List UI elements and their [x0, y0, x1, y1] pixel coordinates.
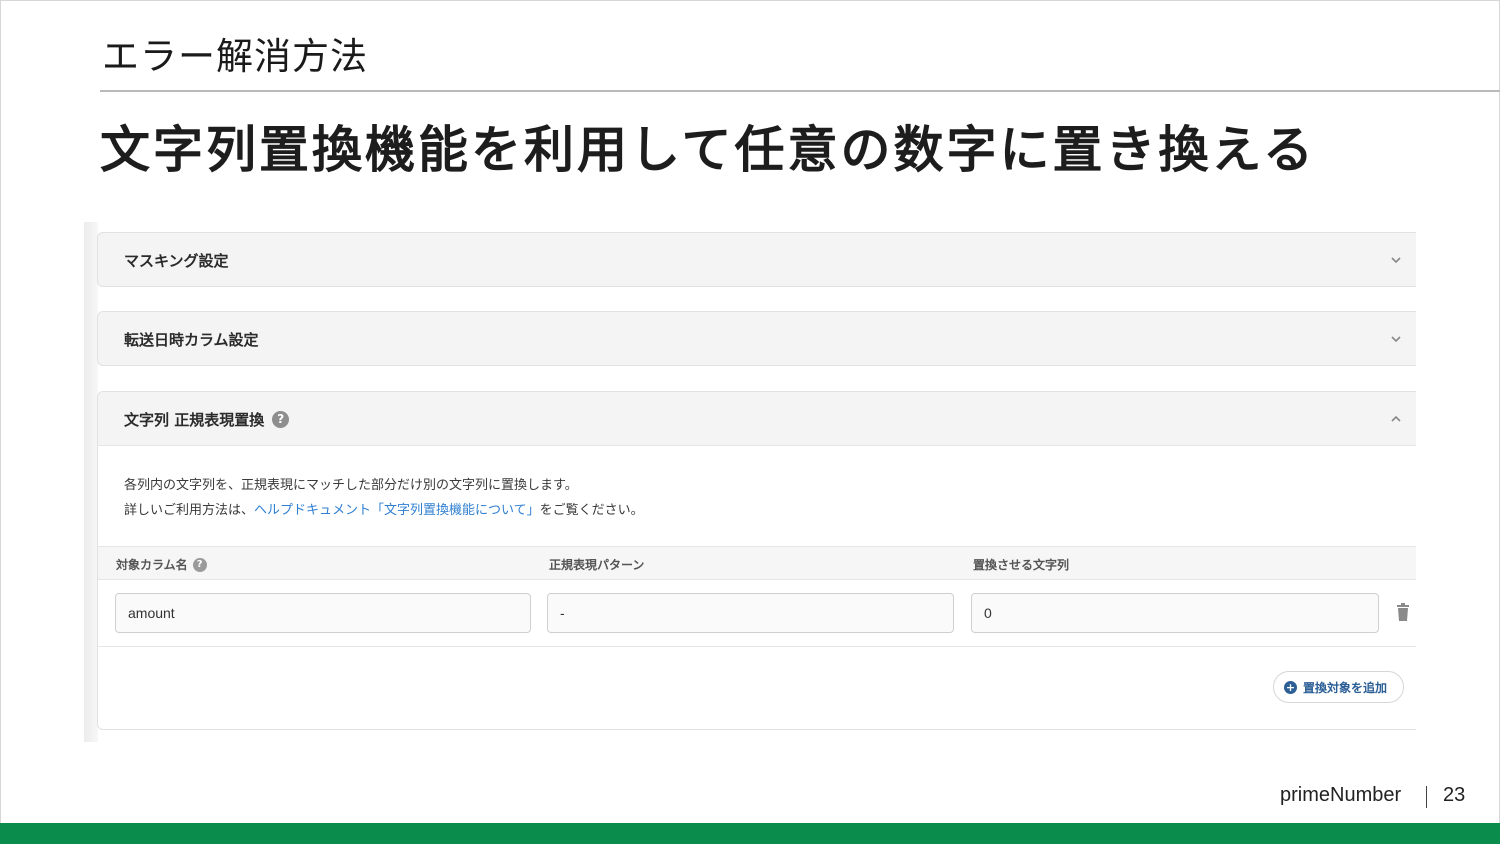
regex-replace-header[interactable]: 文字列 正規表現置換? — [98, 392, 1416, 446]
row-divider — [98, 646, 1416, 647]
section-title: エラー解消方法 — [102, 35, 368, 78]
settings-screenshot: マスキング設定 転送日時カラム設定 文字列 正規表現置換? 各列内の文字列を、正… — [84, 222, 1416, 742]
regex-pattern-input[interactable]: - — [547, 593, 954, 633]
masking-settings-panel: マスキング設定 — [97, 232, 1416, 287]
regex-replace-title: 文字列 正規表現置換? — [124, 409, 290, 430]
screenshot-shadow — [84, 222, 98, 742]
regex-description-line2: 詳しいご利用方法は、ヘルプドキュメント「文字列置換機能について」をご覧ください。 — [124, 499, 644, 518]
col-target-column: 対象カラム名? — [116, 556, 207, 573]
masking-settings-label: マスキング設定 — [124, 252, 229, 270]
chevron-down-icon[interactable] — [1388, 331, 1404, 347]
replace-table-header: 対象カラム名? 正規表現パターン 置換させる文字列 — [98, 546, 1416, 580]
col-target-column-label: 対象カラム名 — [116, 558, 188, 572]
target-column-input[interactable]: amount — [115, 593, 531, 633]
col-replacement: 置換させる文字列 — [973, 558, 1070, 572]
masking-settings-header[interactable]: マスキング設定 — [98, 233, 1416, 287]
transfer-datetime-header[interactable]: 転送日時カラム設定 — [98, 312, 1416, 366]
description-suffix: をご覧ください。 — [539, 503, 644, 518]
chevron-up-icon[interactable] — [1388, 411, 1404, 427]
description-prefix: 詳しいご利用方法は、 — [124, 503, 255, 518]
transfer-datetime-label: 転送日時カラム設定 — [124, 331, 259, 349]
col-regex-pattern: 正規表現パターン — [549, 558, 645, 572]
title-divider — [100, 90, 1500, 92]
plus-circle-icon: + — [1284, 680, 1297, 694]
regex-replace-panel: 文字列 正規表現置換? 各列内の文字列を、正規表現にマッチした部分だけ別の文字列… — [97, 391, 1416, 730]
trash-icon[interactable] — [1394, 603, 1412, 623]
page-number: 23 — [1443, 784, 1466, 806]
help-icon[interactable]: ? — [192, 557, 207, 572]
add-button-label: 置換対象を追加 — [1303, 680, 1388, 695]
footer-brand: primeNumber — [1280, 784, 1402, 806]
footer-accent-bar — [0, 823, 1500, 844]
footer-separator — [1426, 786, 1427, 808]
help-doc-link[interactable]: ヘルプドキュメント「文字列置換機能について」 — [254, 503, 540, 518]
help-icon[interactable]: ? — [272, 411, 290, 428]
replacement-input[interactable]: 0 — [971, 593, 1379, 633]
chevron-down-icon[interactable] — [1388, 252, 1404, 268]
add-replace-target-button[interactable]: + 置換対象を追加 — [1273, 671, 1405, 703]
transfer-datetime-panel: 転送日時カラム設定 — [97, 311, 1416, 366]
regex-description-line1: 各列内の文字列を、正規表現にマッチした部分だけ別の文字列に置換します。 — [124, 478, 578, 493]
slide-headline: 文字列置換機能を利用して任意の数字に置き換える — [100, 121, 1316, 179]
regex-replace-label: 文字列 正規表現置換 — [124, 411, 265, 429]
